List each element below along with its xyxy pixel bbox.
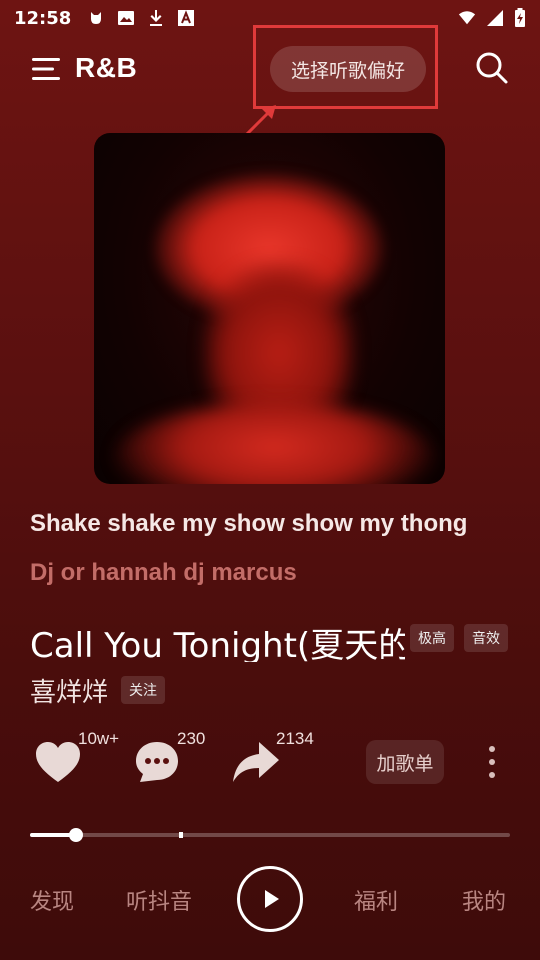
add-to-playlist-button[interactable]: 加歌单 (366, 740, 444, 784)
lyric-next-line[interactable]: Dj or hannah dj marcus (30, 559, 297, 587)
artist-name[interactable]: 喜烊烊 (30, 672, 108, 709)
font-icon (178, 10, 195, 26)
status-time: 12:58 (14, 7, 72, 29)
comment-count: 230 (177, 729, 206, 748)
lyric-current-line[interactable]: Shake shake my show show my thong (30, 510, 467, 538)
menu-icon[interactable] (32, 56, 62, 82)
bottom-tab-bar: 发现 听抖音 福利 我的 (0, 866, 540, 932)
share-count: 2134 (276, 729, 314, 748)
tab-douyin[interactable]: 听抖音 (126, 884, 192, 916)
cover-art-shape (114, 403, 434, 484)
play-icon (265, 890, 279, 908)
progress-thumb[interactable] (68, 828, 83, 842)
tab-discover[interactable]: 发现 (30, 884, 74, 916)
comment-icon[interactable] (134, 740, 180, 784)
follow-button[interactable]: 关注 (121, 676, 165, 704)
play-button[interactable] (237, 866, 303, 932)
album-cover[interactable] (94, 133, 445, 484)
sound-effect-tag[interactable]: 音效 (464, 624, 508, 652)
progress-bar[interactable] (30, 828, 510, 842)
like-count: 10w+ (78, 729, 120, 748)
heart-icon[interactable] (34, 740, 82, 784)
signal-icon (487, 10, 503, 26)
more-options-icon[interactable] (482, 744, 502, 780)
cat-notification-icon (91, 12, 102, 24)
tab-mine[interactable]: 我的 (462, 884, 506, 916)
genre-title[interactable]: R&B (75, 52, 137, 84)
search-icon[interactable] (474, 50, 510, 86)
tab-welfare[interactable]: 福利 (354, 884, 398, 916)
buffer-marker (178, 832, 183, 838)
quality-tag[interactable]: 极高 (410, 624, 454, 652)
image-icon (118, 11, 135, 25)
download-icon (150, 10, 163, 26)
wifi-icon (458, 11, 476, 25)
song-title[interactable]: Call You Tonight(夏天的 (30, 618, 405, 662)
share-arrow-icon[interactable] (231, 740, 281, 784)
battery-charging-icon (515, 8, 525, 27)
